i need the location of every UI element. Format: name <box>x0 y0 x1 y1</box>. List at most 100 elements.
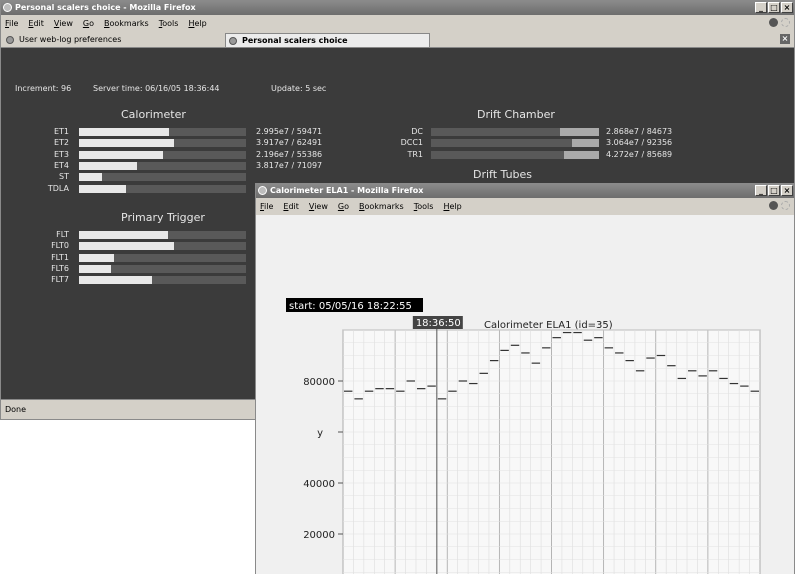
scaler-bar-fill <box>79 276 153 285</box>
menu-help[interactable]: Help <box>188 19 206 28</box>
scaler-bar-fill <box>79 173 103 182</box>
scaler-bar <box>79 276 246 285</box>
scaler-value: 3.917e7 / 62491 <box>256 138 323 148</box>
primary-trigger-title: Primary Trigger <box>121 211 205 224</box>
scaler-bar-fill <box>79 161 138 170</box>
scaler-bar <box>79 184 246 193</box>
calorimeter-chart: start: 05/05/16 18:22:55 18:36:50 Calorime… <box>286 298 761 574</box>
scaler-bar <box>79 173 246 182</box>
throbber-icon <box>769 201 778 210</box>
scaler-label: FLT7 <box>51 275 69 285</box>
scaler-bar-fill <box>79 128 170 136</box>
title-bar[interactable]: Personal scalers choice - Mozilla Firefo… <box>1 1 794 15</box>
y-tick-label: 20000 <box>303 530 335 541</box>
scaler-bar <box>79 264 246 273</box>
scaler-value: 4.272e7 / 85689 <box>606 149 673 159</box>
menu-go[interactable]: Go <box>83 19 94 28</box>
scaler-label: ST <box>59 172 69 182</box>
window-title: Personal scalers choice - Mozilla Firefo… <box>15 3 196 12</box>
menu-bookmarks[interactable]: Bookmarks <box>104 19 149 28</box>
tab-bar: User web-log preferences Personal scaler… <box>1 31 794 48</box>
menu-tools[interactable]: Tools <box>414 202 434 211</box>
scaler-bar-fill <box>79 264 111 273</box>
throbber <box>769 18 790 27</box>
menu-bar: File Edit View Go Bookmarks Tools Help <box>256 198 794 214</box>
scaler-label: FLT <box>56 230 69 239</box>
scaler-value: 2.868e7 / 84673 <box>606 127 673 136</box>
menu-file[interactable]: File <box>260 202 273 211</box>
tab-label: Personal scalers choice <box>242 36 348 45</box>
scaler-bar-fill <box>79 139 175 148</box>
throbber-idle-icon <box>781 201 790 210</box>
scaler-label: ET4 <box>53 160 69 170</box>
increment-text: Increment: 96 <box>15 84 72 93</box>
close-tab-icon[interactable]: × <box>780 34 790 44</box>
throbber-idle-icon <box>781 18 790 27</box>
drift-chamber-title: Drift Chamber <box>477 108 555 121</box>
tab-personal-scalers-choice[interactable]: Personal scalers choice <box>225 33 430 47</box>
scaler-bar <box>79 139 246 148</box>
scaler-bar-fill <box>563 150 599 159</box>
scaler-label: DC <box>411 127 423 136</box>
page-icon <box>6 36 14 44</box>
scaler-bar <box>79 253 246 262</box>
menu-help[interactable]: Help <box>443 202 461 211</box>
scaler-label: DCC1 <box>400 138 423 148</box>
y-tick-label: 80000 <box>303 377 335 388</box>
scaler-label: FLT1 <box>51 252 69 262</box>
calorimeter-title: Calorimeter <box>121 108 186 121</box>
scaler-bar <box>79 150 246 159</box>
title-bar[interactable]: Calorimeter ELA1 - Mozilla Firefox _ □ × <box>256 184 794 198</box>
scaler-label: TR1 <box>407 149 423 159</box>
scaler-bar-fill <box>79 184 126 193</box>
tab-user-web-log-preferences[interactable]: User web-log preferences <box>3 33 221 47</box>
menu-bar: File Edit View Go Bookmarks Tools Help <box>1 15 794 31</box>
menu-go[interactable]: Go <box>338 202 349 211</box>
firefox-icon <box>3 3 12 12</box>
scaler-bar <box>79 242 246 251</box>
close-button[interactable]: × <box>781 185 793 196</box>
update-text: Update: 5 sec <box>271 84 327 93</box>
cursor-label: 18:36:50 <box>416 318 461 329</box>
server-time-text: Server time: 06/16/05 18:36:44 <box>93 84 220 93</box>
window-title: Calorimeter ELA1 - Mozilla Firefox <box>270 186 424 195</box>
scaler-label: ET2 <box>53 138 69 148</box>
minimize-button[interactable]: _ <box>755 185 767 196</box>
scaler-bar <box>79 231 246 239</box>
maximize-button[interactable]: □ <box>768 2 780 13</box>
menu-view[interactable]: View <box>54 19 73 28</box>
throbber <box>769 201 790 210</box>
scaler-bar-fill <box>79 253 115 262</box>
scaler-bar-fill <box>572 139 599 148</box>
menu-edit[interactable]: Edit <box>283 202 299 211</box>
scaler-value: 2.995e7 / 59471 <box>256 127 323 136</box>
menu-edit[interactable]: Edit <box>28 19 44 28</box>
y-axis-label: y <box>317 428 323 439</box>
scaler-bar <box>79 161 246 170</box>
maximize-button[interactable]: □ <box>768 185 780 196</box>
status-text: Done <box>5 405 27 414</box>
close-button[interactable]: × <box>781 2 793 13</box>
minimize-button[interactable]: _ <box>755 2 767 13</box>
chart-page: start: 05/05/16 18:22:55 18:36:50 Calorime… <box>256 215 794 574</box>
scaler-label: ET3 <box>53 149 69 159</box>
scaler-label: FLT0 <box>51 241 69 251</box>
menu-bookmarks[interactable]: Bookmarks <box>359 202 404 211</box>
scaler-value: 3.064e7 / 92356 <box>606 138 673 148</box>
drift-tubes-title: Drift Tubes <box>473 168 533 181</box>
scaler-bar-fill <box>79 242 175 251</box>
scaler-bar <box>79 128 246 136</box>
scaler-label: FLT6 <box>51 263 69 273</box>
chart-title: Calorimeter ELA1 (id=35) <box>484 320 613 331</box>
firefox-icon <box>258 186 267 195</box>
menu-view[interactable]: View <box>309 202 328 211</box>
scaler-bar <box>431 150 599 159</box>
scaler-bar-fill <box>560 128 599 136</box>
menu-tools[interactable]: Tools <box>159 19 179 28</box>
page-icon <box>229 37 237 45</box>
menu-file[interactable]: File <box>5 19 18 28</box>
scaler-bar-fill <box>79 150 163 159</box>
scaler-label: ET1 <box>53 127 69 136</box>
scaler-value: 2.196e7 / 55386 <box>256 149 323 159</box>
scaler-label: TDLA <box>47 183 69 193</box>
